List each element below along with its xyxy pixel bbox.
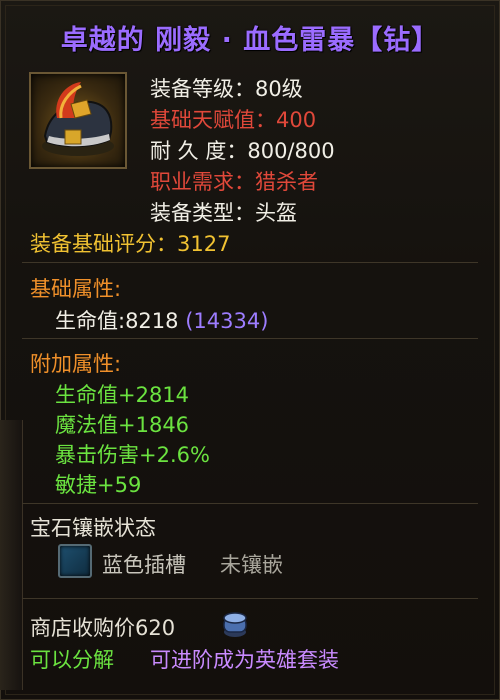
equip-level: 装备等级：80级	[150, 77, 303, 101]
equip-type: 装备类型：头盔	[150, 201, 297, 225]
gem-slot-status: 未镶嵌	[220, 553, 283, 577]
extra-attr-agility: 敏捷+59	[55, 473, 142, 497]
divider	[22, 338, 478, 339]
divider	[22, 598, 478, 599]
divider	[22, 503, 478, 504]
base-talent: 基础天赋值：400	[150, 108, 317, 132]
extra-attr-mp: 魔法值+1846	[55, 413, 190, 437]
extra-attr-crit-damage: 暴击伤害+2.6%	[55, 443, 210, 467]
base-attrs-header: 基础属性:	[30, 277, 122, 301]
side-decoration	[0, 420, 23, 690]
durability: 耐 久 度：800/800	[150, 139, 335, 163]
item-title: 卓越的 刚毅 · 血色雷暴【钻】	[60, 25, 440, 56]
divider	[22, 262, 478, 263]
extra-attrs-header: 附加属性:	[30, 352, 122, 376]
gem-header: 宝石镶嵌状态	[30, 516, 156, 540]
base-hp-label: 生命值:8218	[55, 309, 179, 333]
upgrade-text: 可进阶成为英雄套装	[150, 648, 339, 672]
gem-slot-label: 蓝色插槽	[102, 553, 186, 577]
currency-icon	[223, 612, 247, 637]
helmet-icon	[29, 72, 127, 169]
score-value: 3127	[177, 232, 231, 256]
score-label: 装备基础评分：	[30, 232, 177, 256]
extra-attr-hp: 生命值+2814	[55, 383, 190, 407]
class-requirement: 职业需求：猎杀者	[150, 170, 318, 194]
shop-price: 商店收购价620	[30, 616, 176, 640]
decompose-text: 可以分解	[30, 648, 114, 672]
gem-slot-icon[interactable]	[58, 544, 92, 578]
base-hp: 生命值:8218 (14334)	[55, 305, 268, 335]
base-hp-extra: (14334)	[185, 309, 269, 333]
score: 装备基础评分：3127	[30, 228, 230, 258]
